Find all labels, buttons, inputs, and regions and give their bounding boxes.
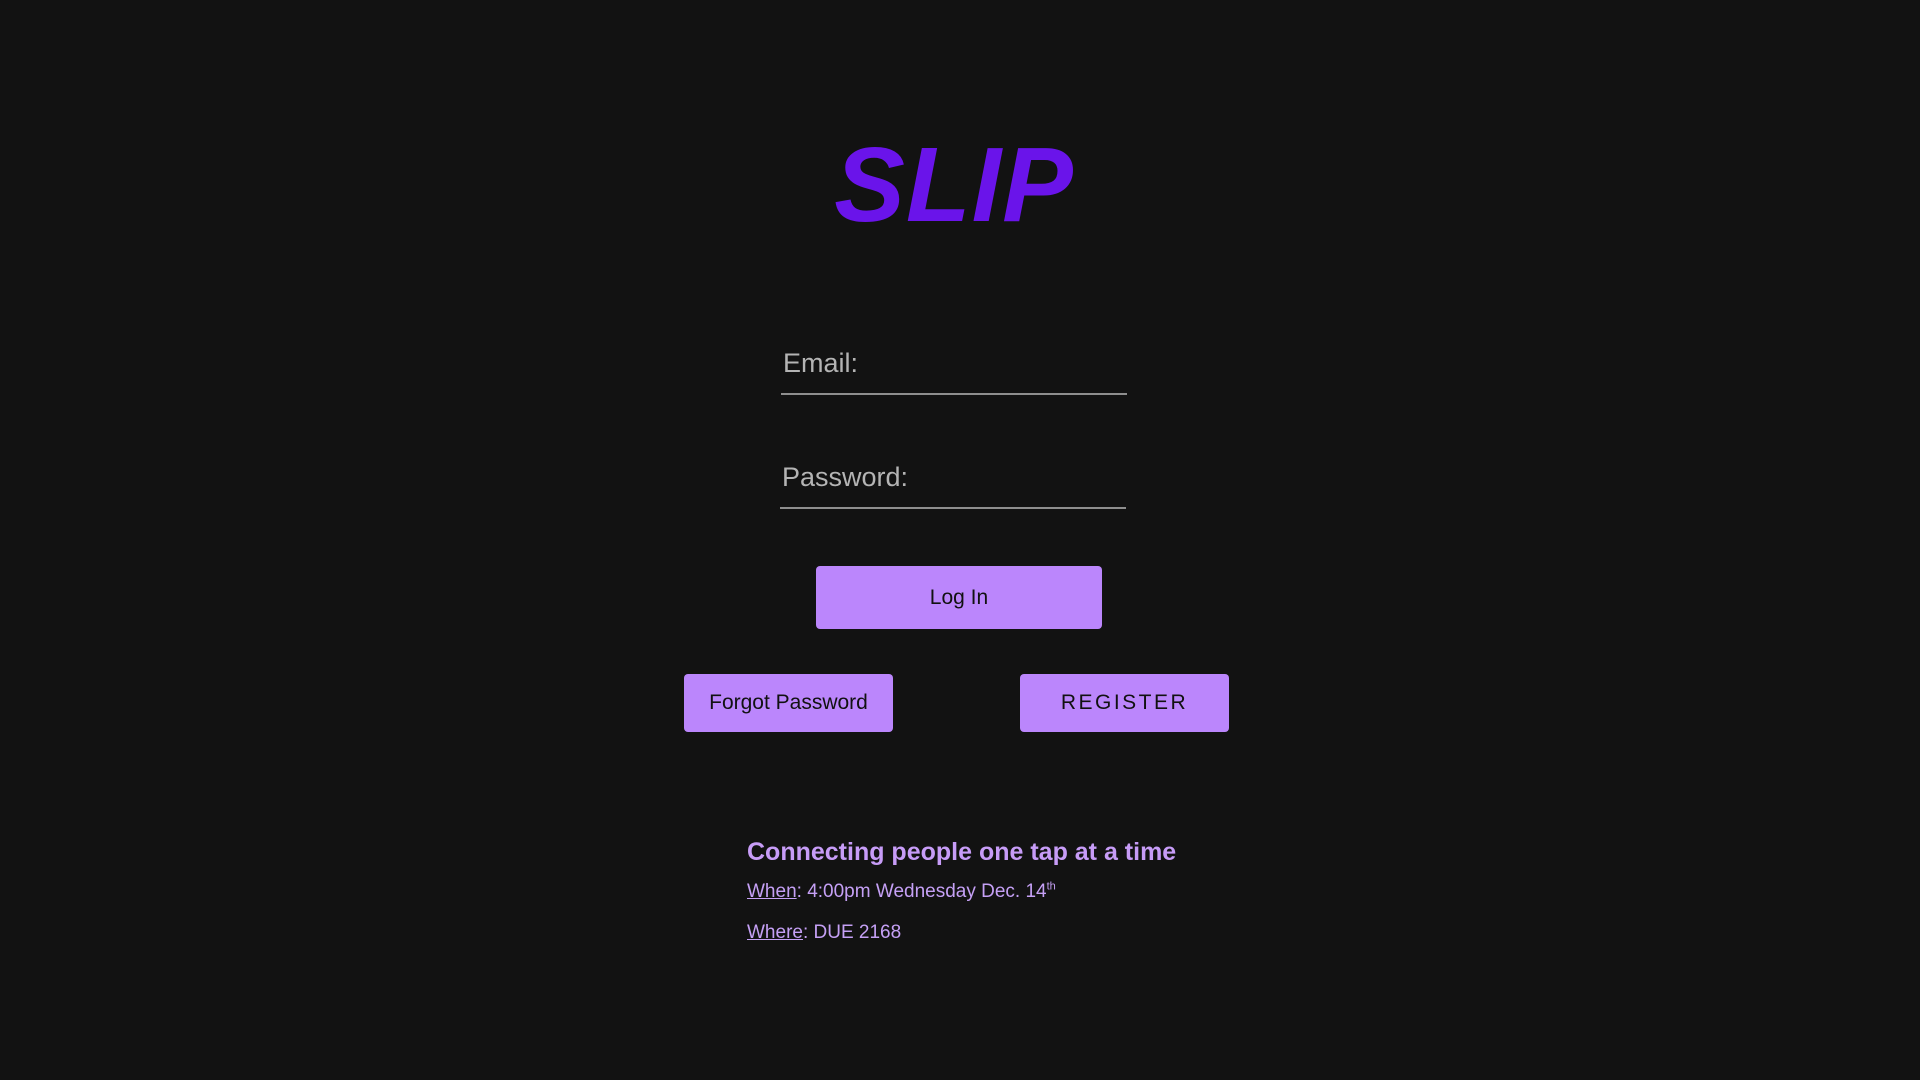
login-button[interactable]: Log In <box>816 566 1102 629</box>
password-field[interactable] <box>780 447 1126 509</box>
forgot-password-button[interactable]: Forgot Password <box>684 674 893 732</box>
when-value: : 4:00pm Wednesday Dec. 14 <box>796 881 1047 902</box>
event-info: Connecting people one tap at a time When… <box>747 832 1176 947</box>
login-page: SLIP Log In Forgot Password REGISTER Con… <box>0 0 1920 1080</box>
password-input[interactable] <box>780 447 1126 507</box>
app-logo: SLIP <box>834 126 1074 244</box>
where-line: Where: DUE 2168 <box>747 919 1176 947</box>
tagline: Connecting people one tap at a time <box>747 838 1177 866</box>
register-button[interactable]: REGISTER <box>1020 674 1229 732</box>
when-line: When: 4:00pm Wednesday Dec. 14th <box>747 878 1176 906</box>
when-suffix: th <box>1046 880 1056 893</box>
when-label: When <box>747 881 797 902</box>
email-input[interactable] <box>781 333 1127 393</box>
where-label: Where <box>747 922 803 943</box>
where-value: : DUE 2168 <box>802 922 902 943</box>
email-field[interactable] <box>781 333 1127 395</box>
